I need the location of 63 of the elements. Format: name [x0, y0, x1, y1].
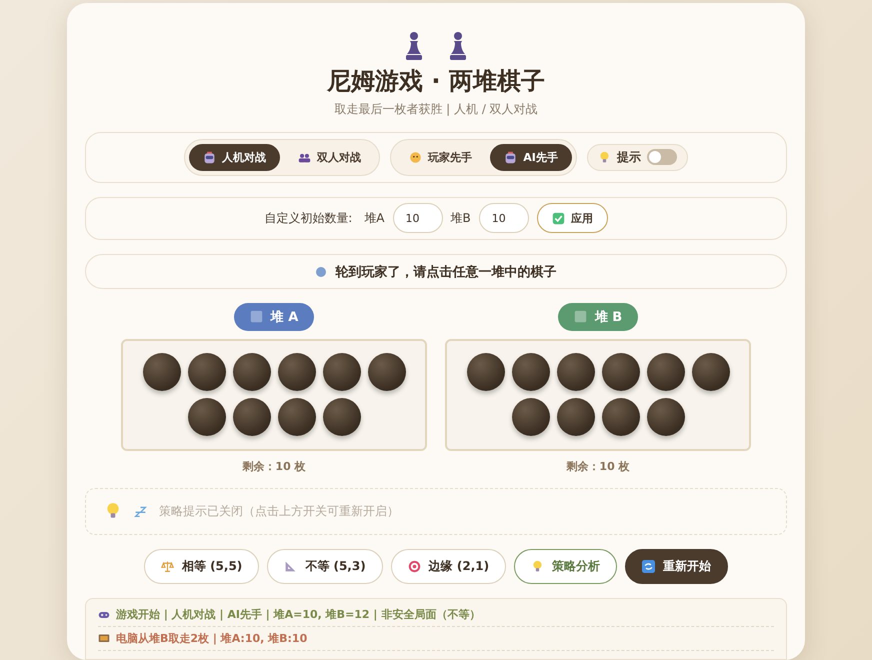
- stone[interactable]: [556, 398, 594, 436]
- pawn-icon: [404, 31, 424, 61]
- stone[interactable]: [602, 398, 640, 436]
- hint-switch[interactable]: [646, 149, 677, 166]
- preset-button[interactable]: 策略分析: [514, 549, 618, 584]
- stone[interactable]: [188, 353, 226, 392]
- target-icon: [408, 560, 421, 573]
- square-icon: [574, 310, 587, 324]
- stone[interactable]: [646, 353, 684, 392]
- stone[interactable]: [278, 353, 316, 392]
- pile-label: 堆 B: [558, 302, 638, 331]
- robot-icon: [203, 150, 216, 164]
- hint-message: 策略提示已关闭（点击上方开关可重新开启）: [159, 502, 399, 520]
- pile-label: 堆 A: [234, 302, 314, 331]
- stone[interactable]: [368, 353, 406, 392]
- hint-label: 提示: [616, 148, 641, 166]
- status-message: 轮到玩家了，请点击任意一堆中的棋子: [336, 264, 556, 281]
- preset-button[interactable]: 相等 (5,5): [144, 549, 260, 584]
- stone[interactable]: [512, 398, 550, 436]
- stone[interactable]: [512, 353, 550, 392]
- stone[interactable]: [692, 353, 730, 392]
- stone[interactable]: [646, 398, 684, 436]
- pile-a-input[interactable]: 10: [392, 203, 443, 234]
- sleep-icon: [134, 504, 147, 518]
- scales-icon: [160, 560, 174, 573]
- game-subtitle: 取走最后一枚者获胜 | 人机 / 双人对战: [334, 101, 538, 118]
- preset-button[interactable]: 重新开始: [625, 549, 728, 584]
- log-entry: 游戏开始 | 人机对战 | AI先手 | 堆A=10, 堆B=12 | 非安全局面（不等）: [116, 607, 480, 622]
- stone[interactable]: [466, 353, 504, 392]
- mode-tab[interactable]: 人机对战: [189, 144, 280, 171]
- remaining-count: 剩余：10 枚: [566, 458, 630, 474]
- pile-b-input[interactable]: 10: [478, 203, 529, 234]
- pile-a-label: 堆A: [364, 210, 385, 227]
- custom-count-label: 自定义初始数量:: [264, 210, 352, 227]
- stone[interactable]: [142, 353, 180, 392]
- first-move-tab[interactable]: 玩家先手: [395, 144, 486, 171]
- lightbulb-icon: [531, 560, 544, 573]
- remaining-count: 剩余：10 枚: [242, 458, 306, 474]
- pile-b-label: 堆B: [450, 210, 471, 227]
- preset-button[interactable]: 不等 (5,3): [267, 549, 383, 584]
- stone[interactable]: [232, 398, 270, 436]
- game-title: 尼姆游戏 · 两堆棋子: [327, 66, 545, 97]
- stone[interactable]: [232, 353, 270, 392]
- triangle-ruler-icon: [284, 560, 298, 573]
- face-icon: [409, 150, 422, 164]
- stone[interactable]: [188, 398, 226, 436]
- stone[interactable]: [602, 353, 640, 392]
- preset-button[interactable]: 边缘 (2,1): [390, 549, 506, 584]
- checkbox-icon: [552, 212, 565, 225]
- pawn-icon: [448, 31, 468, 61]
- square-icon: [250, 310, 263, 324]
- repeat-icon: [642, 560, 656, 573]
- robot-icon: [504, 150, 518, 164]
- apply-button[interactable]: 应用: [536, 203, 608, 234]
- lightbulb-icon: [598, 150, 611, 164]
- stone[interactable]: [278, 398, 316, 436]
- stone[interactable]: [556, 353, 594, 392]
- log-entry: 电脑从堆B取走2枚 | 堆A:10, 堆B:10: [116, 631, 308, 646]
- stone[interactable]: [322, 398, 360, 436]
- computer-icon: [98, 632, 110, 644]
- first-move-tab[interactable]: AI先手: [490, 144, 572, 171]
- stone[interactable]: [322, 353, 360, 392]
- mode-tab[interactable]: 双人对战: [284, 144, 376, 171]
